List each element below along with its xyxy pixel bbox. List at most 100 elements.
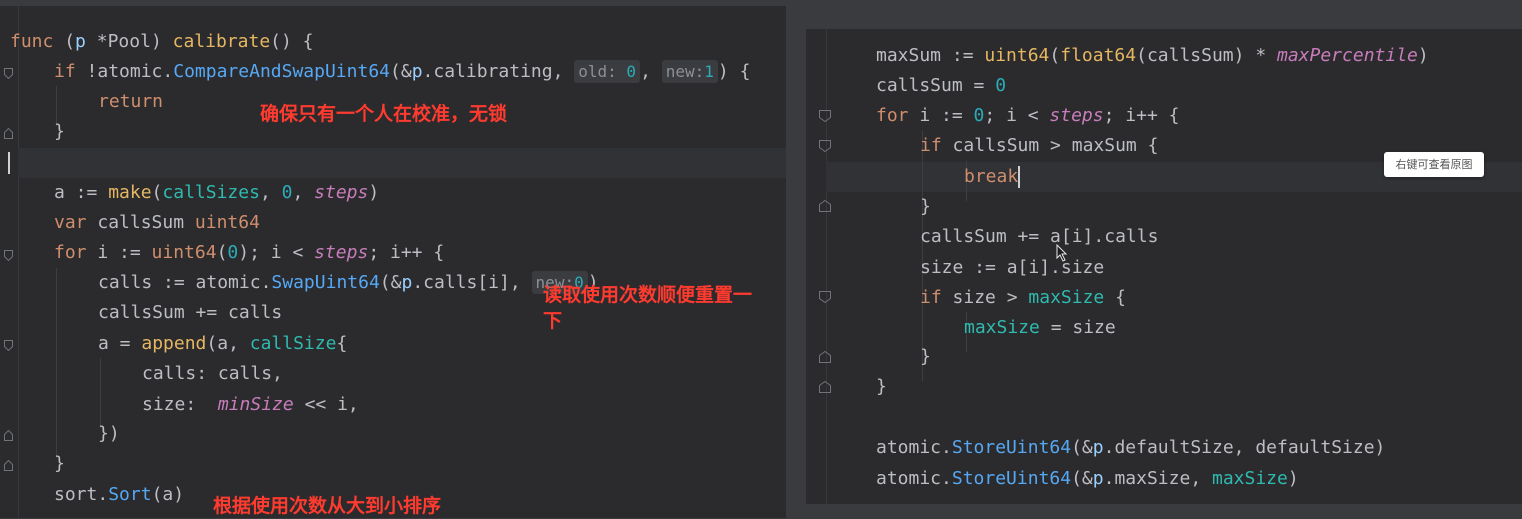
fold-marker-icon[interactable] bbox=[819, 140, 831, 152]
code-text: (a) bbox=[151, 484, 185, 505]
constant: steps bbox=[314, 242, 369, 263]
punct: ( bbox=[1049, 45, 1061, 66]
type: callSize bbox=[249, 333, 337, 354]
code-line-5[interactable] bbox=[8, 148, 10, 178]
type-conversion: float64 bbox=[1060, 45, 1137, 66]
keyword: var bbox=[54, 212, 87, 233]
receiver: p bbox=[1092, 468, 1104, 489]
annotation-reset-line2: 下 bbox=[543, 310, 563, 332]
keyword: if bbox=[54, 61, 76, 82]
field: .calibrating, bbox=[422, 61, 575, 82]
code-text: : calls, bbox=[196, 363, 283, 384]
punct: . bbox=[260, 272, 272, 293]
right-code-editor[interactable]: maxSum := uint64(float64(callsSum) * max… bbox=[806, 29, 1522, 504]
fold-end-icon[interactable] bbox=[4, 460, 13, 471]
hint-label: new: bbox=[665, 62, 705, 81]
function-call: SwapUint64 bbox=[271, 272, 380, 293]
view-original-tooltip[interactable]: 右键可查看原图 bbox=[1384, 152, 1484, 177]
code-text: ); i < bbox=[238, 242, 315, 263]
code-line-r14: atomic.StoreUint64(&p.defaultSize, defau… bbox=[876, 433, 1385, 463]
type: callSizes bbox=[162, 182, 260, 203]
receiver: p bbox=[411, 61, 423, 82]
current-line-highlight bbox=[18, 148, 786, 178]
code-text: callsSum += a[i].calls bbox=[920, 226, 1159, 247]
keyword: break bbox=[964, 166, 1019, 187]
punct: , bbox=[292, 182, 315, 203]
punct: ) bbox=[368, 182, 380, 203]
code-text: maxSum := bbox=[876, 45, 985, 66]
indent-guide bbox=[56, 268, 57, 458]
punct: . bbox=[97, 484, 109, 505]
indent-guide bbox=[100, 358, 101, 428]
punct: ! bbox=[86, 61, 98, 82]
code-text: .maxSize, bbox=[1103, 468, 1212, 489]
builtin-call: make bbox=[108, 182, 152, 203]
punct: * bbox=[85, 31, 108, 52]
package: atomic bbox=[876, 468, 942, 489]
code-line-3: return bbox=[98, 87, 163, 117]
fold-end-icon[interactable] bbox=[819, 351, 831, 363]
constant: steps bbox=[1049, 105, 1104, 126]
code-text: = size bbox=[1039, 317, 1116, 338]
code-line-r6: } bbox=[920, 192, 931, 222]
receiver: p bbox=[1092, 437, 1104, 458]
code-text: ; i++ { bbox=[1103, 105, 1180, 126]
fold-marker-icon[interactable] bbox=[4, 250, 13, 261]
keyword: return bbox=[98, 91, 164, 112]
struct-key: size bbox=[142, 394, 186, 415]
field: .calls[i], bbox=[412, 272, 532, 293]
code-line-11: a = append(a, callSize{ bbox=[98, 329, 347, 359]
code-text: ; i < bbox=[984, 105, 1050, 126]
code-text: calls := bbox=[98, 272, 196, 293]
code-line-r5[interactable]: break bbox=[964, 162, 1021, 192]
punct: { bbox=[1104, 287, 1126, 308]
code-line-r7: callsSum += a[i].calls bbox=[920, 222, 1158, 252]
code-text: (callsSum) * bbox=[1136, 45, 1277, 66]
punct: ) bbox=[1417, 45, 1429, 66]
code-line-15: } bbox=[54, 449, 65, 479]
fold-end-icon[interactable] bbox=[4, 128, 13, 139]
punct: () { bbox=[270, 31, 314, 52]
package: atomic bbox=[195, 272, 261, 293]
punct: (& bbox=[1071, 468, 1093, 489]
package: atomic bbox=[876, 437, 942, 458]
fold-marker-icon[interactable] bbox=[819, 110, 831, 122]
keyword: for bbox=[54, 242, 87, 263]
fold-marker-icon[interactable] bbox=[4, 340, 13, 351]
punct: , bbox=[259, 182, 282, 203]
number: 0 bbox=[626, 62, 637, 81]
brace: } bbox=[54, 121, 65, 142]
code-line-r8: size := a[i].size bbox=[920, 253, 1104, 283]
fold-end-icon[interactable] bbox=[4, 430, 13, 441]
punct: ) bbox=[1287, 468, 1299, 489]
code-line-r11: } bbox=[920, 342, 931, 372]
fold-marker-icon[interactable] bbox=[819, 291, 831, 303]
fold-marker-icon[interactable] bbox=[4, 68, 13, 79]
param-hint: old: 0 bbox=[574, 60, 641, 83]
type: uint64 bbox=[194, 212, 260, 233]
punct: ) bbox=[150, 31, 162, 52]
struct-key: calls bbox=[142, 363, 197, 384]
right-gutter bbox=[806, 29, 827, 504]
code-line-2: if !atomic.CompareAndSwapUint64(&p.calib… bbox=[54, 57, 750, 87]
number: 0 bbox=[281, 182, 293, 203]
mouse-pointer-icon bbox=[1056, 243, 1068, 266]
left-code-editor[interactable]: func (p *Pool) calibrate() { if !atomic.… bbox=[0, 6, 786, 518]
annotation-reset-line1: 读取使用次数顺便重置一 bbox=[543, 284, 753, 306]
code-text: i := bbox=[908, 105, 974, 126]
fold-end-icon[interactable] bbox=[819, 200, 831, 212]
annotation-sort: 根据使用次数从大到小排序 bbox=[213, 495, 442, 517]
code-line-r12: } bbox=[876, 372, 887, 402]
hint-label: old: bbox=[578, 62, 617, 81]
code-line-9: calls := atomic.SwapUint64(&p.calls[i], … bbox=[98, 268, 599, 298]
code-line-r15: atomic.StoreUint64(&p.maxSize, maxSize) bbox=[876, 464, 1299, 494]
text-caret bbox=[8, 152, 10, 174]
code-line-4: } bbox=[54, 117, 65, 147]
code-line-10: callsSum += calls bbox=[98, 298, 282, 328]
fold-end-icon[interactable] bbox=[819, 381, 831, 393]
keyword: for bbox=[876, 105, 909, 126]
param-hint: new:1 bbox=[661, 60, 718, 83]
brace: } bbox=[920, 346, 931, 367]
number: 0 bbox=[227, 242, 239, 263]
receiver: p bbox=[401, 272, 413, 293]
